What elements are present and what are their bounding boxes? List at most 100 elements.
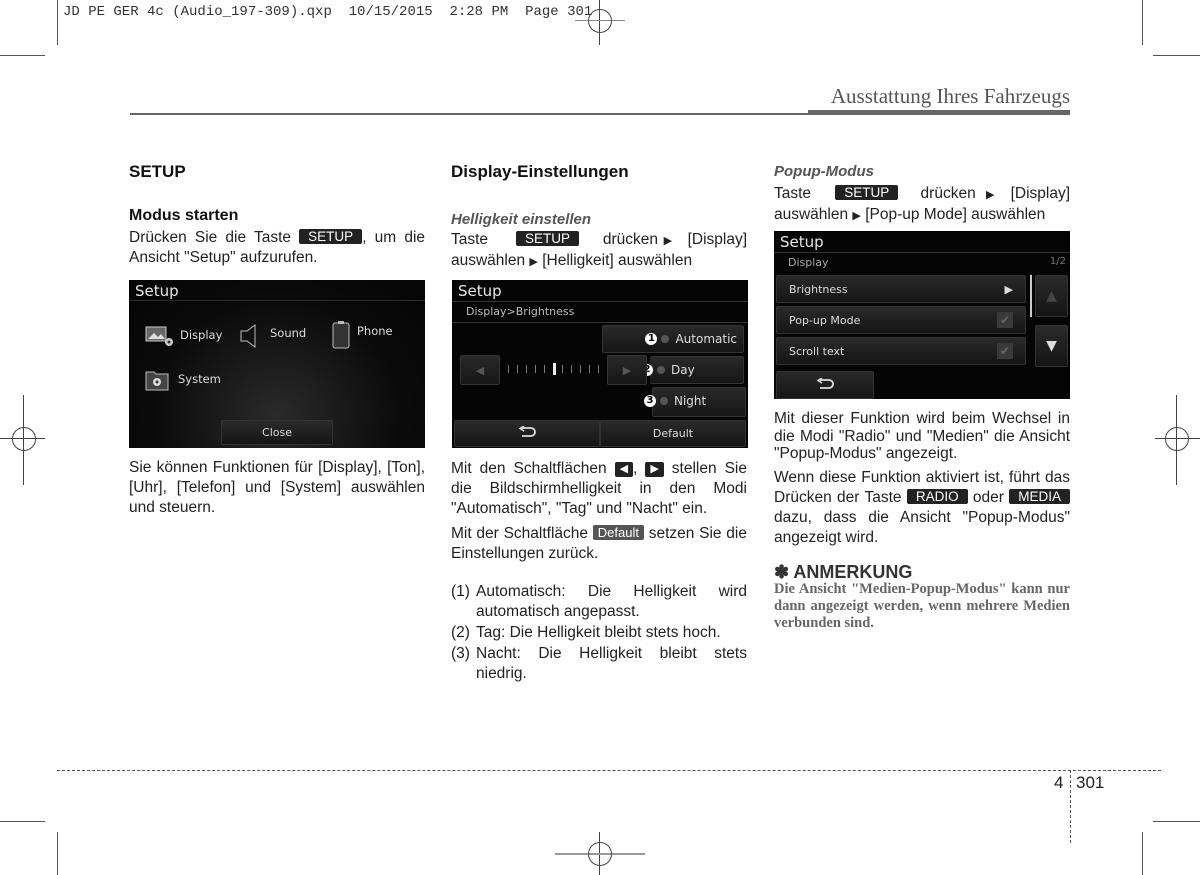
page-number: 301: [1076, 773, 1105, 792]
setup-screen: Setup Display Sound Phone System Close: [129, 280, 425, 448]
option-automatic[interactable]: 1 Automatic: [602, 325, 744, 353]
brightness-decrease-button[interactable]: ◀: [460, 355, 500, 385]
slider-tick: [580, 365, 581, 373]
list-item: (1) Automatisch: Die Helligkeit wird auto…: [451, 583, 747, 620]
slider-tick: [544, 365, 545, 373]
crop-mark: [0, 821, 45, 822]
checkbox-checked-icon[interactable]: ✔: [997, 312, 1013, 328]
slider-tick: [562, 365, 563, 373]
paragraph: Mit den Schaltflächen ◀, ▶ stellen Sie d…: [451, 460, 747, 517]
option-night-label[interactable]: 3 Night: [644, 394, 706, 408]
option-day-label[interactable]: 2 Day: [641, 363, 695, 377]
callout-number: 3: [644, 395, 656, 407]
footer-rule: [57, 770, 1161, 771]
slider-thumb[interactable]: [553, 363, 556, 375]
crop-mark: [1142, 832, 1143, 875]
checkbox-checked-icon[interactable]: ✔: [997, 343, 1013, 359]
slider-tick: [571, 365, 572, 373]
column-setup: SETUP Modus starten Drücken Sie die Tast…: [129, 162, 425, 273]
crop-mark: [1153, 55, 1200, 56]
row-popup-mode[interactable]: Pop-up Mode ✔: [776, 306, 1026, 334]
row-brightness[interactable]: Brightness ▶: [776, 275, 1026, 303]
brightness-screen: Setup Display>Brightness 1 Automatic 2 Day…: [452, 280, 748, 448]
slider-tick: [517, 365, 518, 373]
scroll-down-button[interactable]: ▼: [1035, 325, 1068, 367]
column-display: Display-Einstellungen Helligkeit einstel…: [451, 162, 747, 277]
paragraph: Mit der Schaltfläche Default setzen Sie …: [451, 525, 747, 562]
brightness-slider[interactable]: [504, 360, 604, 378]
breadcrumb: Display>Brightness: [466, 305, 575, 318]
callout-number: 1: [645, 333, 658, 345]
menu-item-sound[interactable]: Sound: [239, 323, 306, 348]
screen-title: Setup: [780, 233, 824, 251]
arrow-right-icon: ▶: [1004, 282, 1013, 296]
back-arrow-icon: [816, 376, 834, 393]
registration-mark-bottom: [555, 832, 645, 875]
close-button[interactable]: Close: [221, 420, 333, 445]
menu-item-system[interactable]: System: [145, 369, 221, 391]
list-item: (2) Tag: Die Helligkeit bleibt stets hoch…: [451, 624, 721, 641]
header-rule-thick: [808, 110, 1070, 115]
crop-mark: [0, 55, 45, 56]
crop-mark: [57, 0, 58, 45]
column-popup: Popup-Modus Taste SETUP drücken ▶ [Displ…: [774, 162, 1070, 231]
paragraph: Drücken Sie die Taste SETUP, um die Ansi…: [129, 229, 426, 266]
screen-title: Setup: [135, 282, 179, 300]
menu-item-display[interactable]: Display: [145, 325, 222, 346]
note-text: Die Ansicht "Medien-Popup-Modus" kann nu…: [774, 581, 1070, 631]
mode-list: (1) Automatisch: Die Helligkeit wird auto…: [451, 582, 747, 684]
section-label: Display: [788, 256, 829, 269]
back-button[interactable]: [454, 420, 600, 447]
row-scroll-text[interactable]: Scroll text ✔: [776, 337, 1026, 365]
slider-tick: [598, 365, 599, 373]
arrow-right-icon: ▶: [529, 256, 538, 268]
paragraph: Taste SETUP drücken ▶ [Display] auswähle…: [774, 185, 1070, 223]
default-key: Default: [592, 525, 644, 540]
slider-tick: [526, 365, 527, 373]
crop-mark: [1142, 0, 1143, 45]
media-key: MEDIA: [1009, 488, 1071, 504]
list-item: (3) Nacht: Die Helligkeit bleibt stets ni…: [451, 645, 747, 682]
arrow-right-icon: ▶: [852, 210, 861, 222]
page-indicator: 1/2: [1049, 256, 1066, 267]
paragraph: Taste SETUP drücken▶ [Display] auswählen…: [451, 231, 748, 269]
default-button[interactable]: Default: [600, 420, 746, 447]
setup-key: SETUP: [515, 231, 579, 246]
menu-item-phone[interactable]: Phone: [332, 321, 393, 349]
setup-key: SETUP: [299, 229, 363, 244]
right-button-icon: ▶: [645, 462, 664, 477]
back-arrow-icon: [518, 425, 536, 441]
crop-mark: [57, 832, 58, 875]
back-button[interactable]: [776, 371, 874, 399]
popup-mode-screen: Setup Display 1/2 Brightness ▶ Pop-up Mod…: [774, 231, 1070, 399]
paragraph: Wenn diese Funktion aktiviert ist, führt…: [774, 468, 1071, 546]
registration-mark-right: [1155, 395, 1200, 485]
speaker-icon: [239, 323, 261, 348]
print-slug: JD PE GER 4c (Audio_197-309).qxp 10/15/2…: [63, 4, 593, 20]
radio-icon: [661, 335, 670, 343]
footer-divider: [1070, 770, 1071, 843]
radio-key: RADIO: [906, 488, 968, 504]
header-rule: [130, 113, 810, 115]
subsection-title: Modus starten: [129, 207, 239, 224]
slider-tick: [508, 365, 509, 373]
phone-icon: [332, 321, 354, 349]
arrow-right-icon: ▶: [985, 189, 1001, 201]
paragraph: Sie können Funktionen für [Display], [To…: [129, 459, 425, 516]
setup-key: SETUP: [835, 185, 899, 200]
section-title: Display-Einstellungen: [451, 162, 629, 181]
system-folder-icon: [145, 369, 169, 391]
note-title: ✽ ANMERKUNG: [774, 561, 913, 582]
brightness-increase-button[interactable]: ▶: [607, 355, 647, 385]
display-settings-icon: [145, 325, 173, 346]
left-button-icon: ◀: [614, 462, 634, 477]
radio-icon: [657, 366, 665, 374]
column-popup-text: Mit dieser Funktion wird beim Wechsel in…: [774, 410, 1071, 632]
scrollbar[interactable]: [1030, 275, 1032, 317]
slider-tick: [589, 365, 590, 373]
subsection-title: Helligkeit einstellen: [451, 211, 592, 228]
paragraph: Mit dieser Funktion wird beim Wechsel in…: [774, 410, 1070, 462]
column-setup-text: Sie können Funktionen für [Display], [To…: [129, 458, 425, 523]
registration-mark-left: [0, 395, 45, 485]
scroll-up-button[interactable]: ▲: [1035, 275, 1068, 317]
